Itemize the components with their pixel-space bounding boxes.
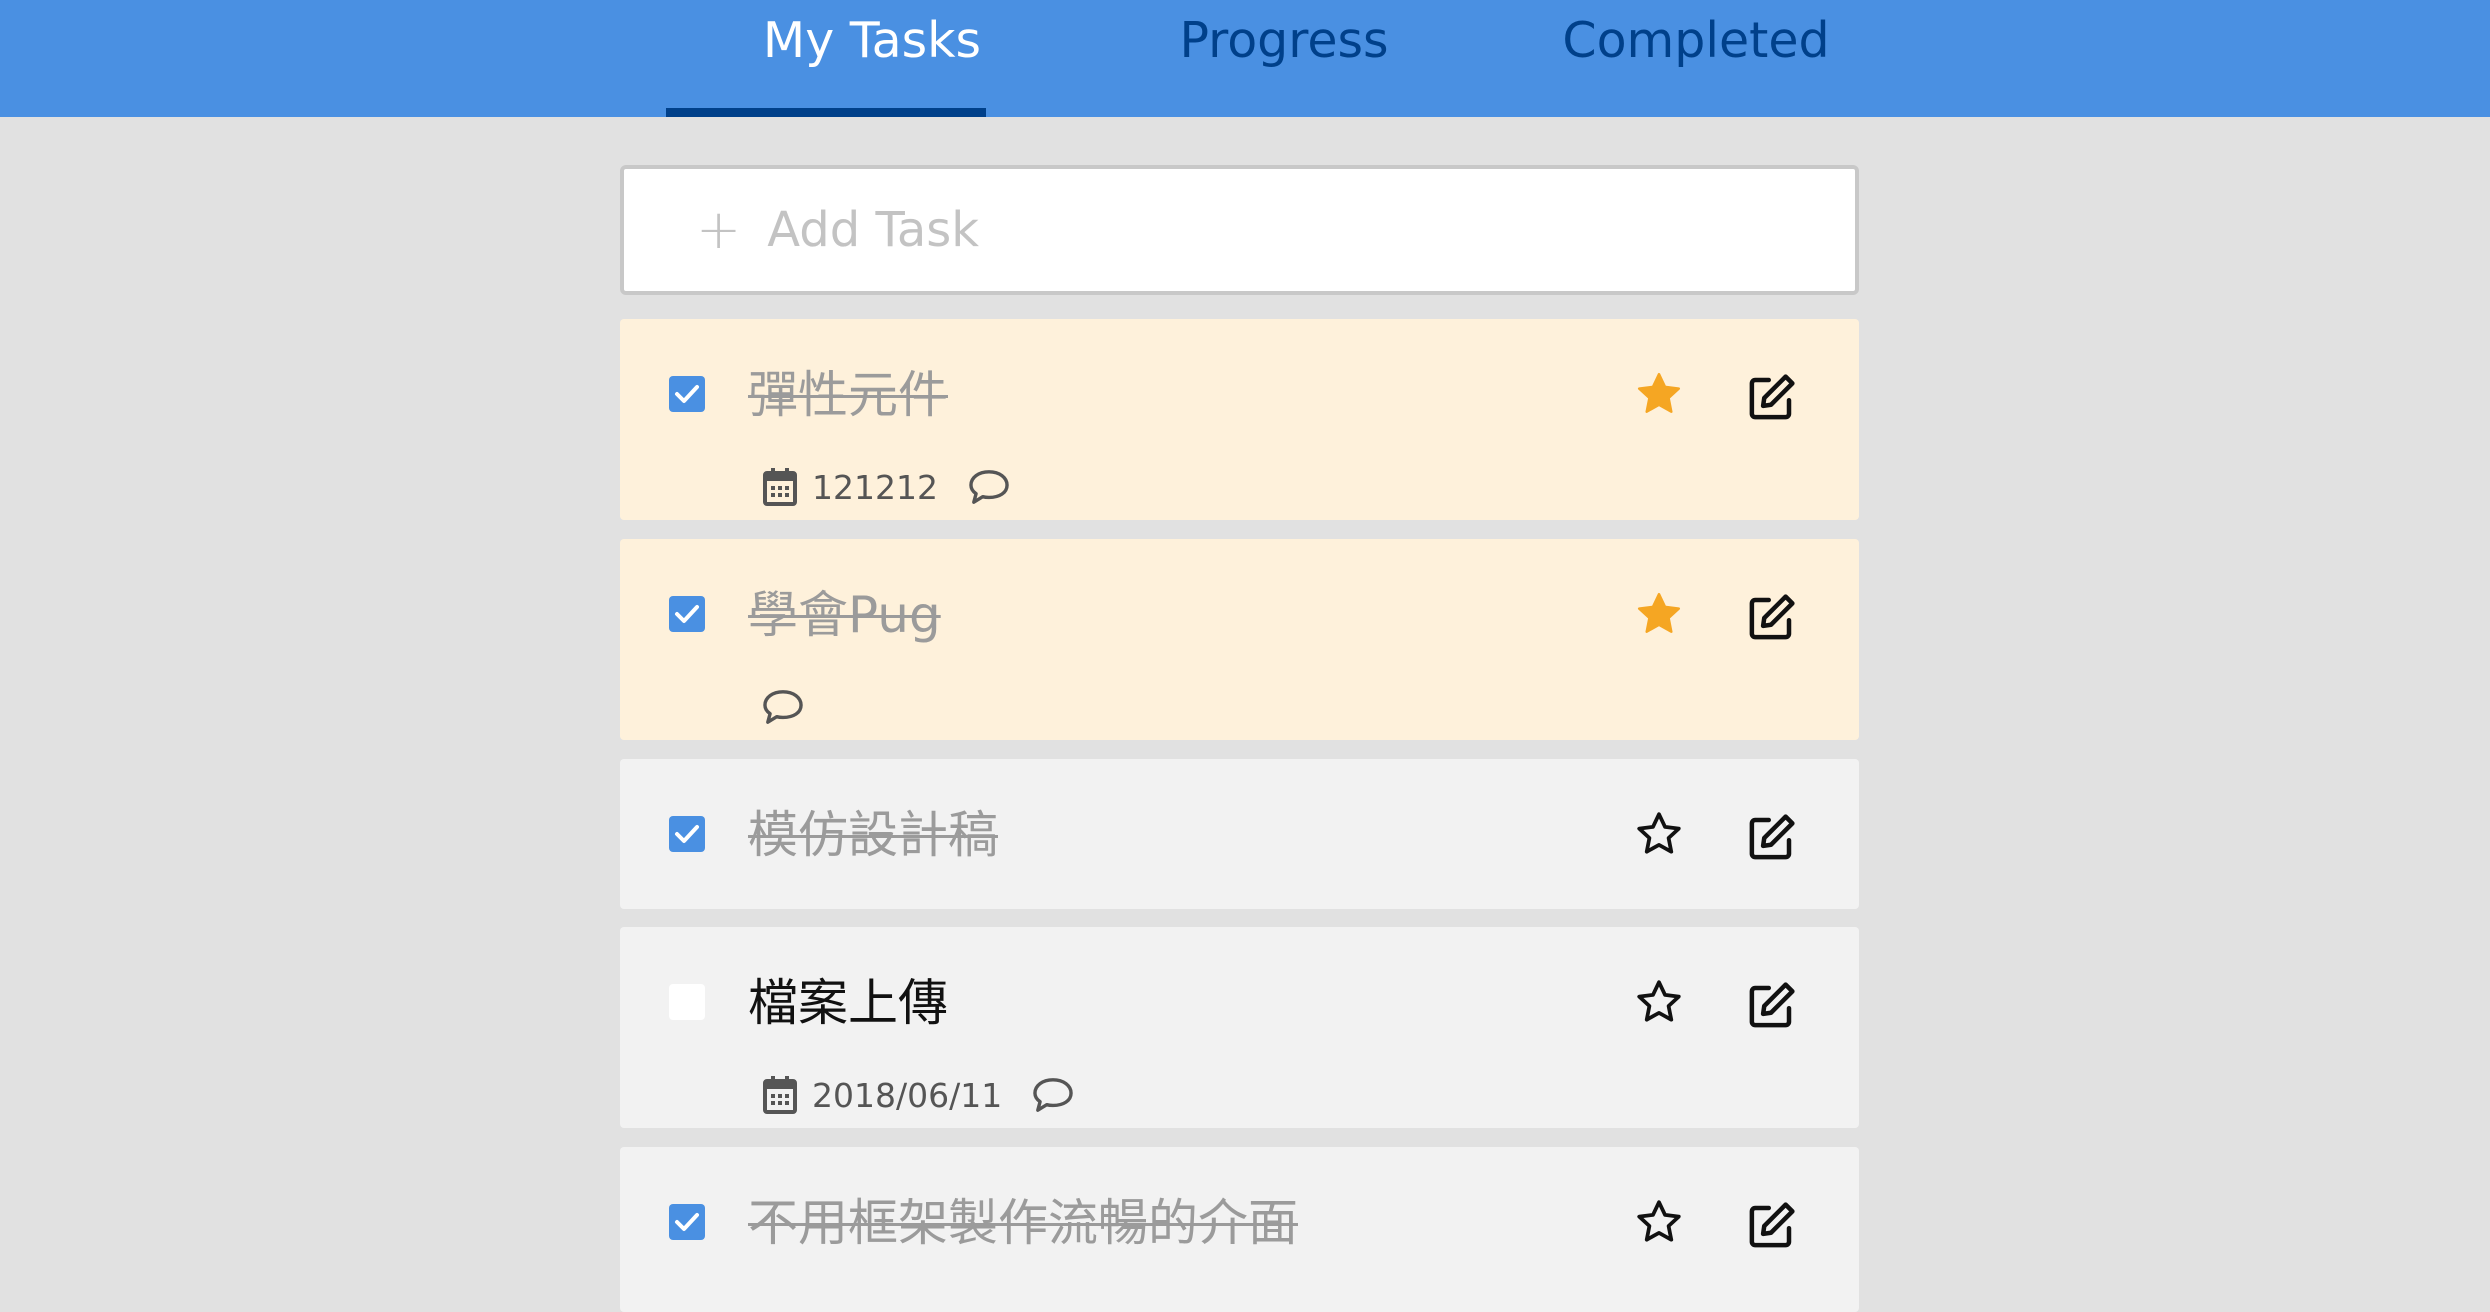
task-checkbox[interactable]	[669, 596, 705, 632]
task-item: 模仿設計稿	[620, 759, 1859, 909]
task-date: 121212	[812, 467, 938, 507]
task-title[interactable]: 不用框架製作流暢的介面	[748, 1198, 1298, 1248]
task-meta: 121212	[762, 465, 1010, 509]
star-filled-icon[interactable]	[1634, 589, 1684, 639]
star-outline-icon[interactable]	[1634, 809, 1684, 859]
calendar-icon	[763, 1076, 797, 1114]
task-title[interactable]: 彈性元件	[748, 370, 948, 420]
add-task-input[interactable]	[767, 202, 1768, 258]
star-outline-icon[interactable]	[1634, 1197, 1684, 1247]
task-meta: 2018/06/11	[762, 1073, 1074, 1117]
calendar-icon	[763, 468, 797, 506]
task-title[interactable]: 學會Pug	[748, 590, 941, 640]
tab-list: My Tasks Progress Completed	[666, 0, 1902, 117]
edit-icon[interactable]	[1744, 591, 1798, 645]
add-task-box[interactable]: +	[620, 165, 1859, 295]
task-checkbox[interactable]	[669, 1204, 705, 1240]
task-item: 學會Pug	[620, 539, 1859, 740]
header-bar: My Tasks Progress Completed	[0, 0, 2490, 117]
edit-icon[interactable]	[1744, 371, 1798, 425]
task-item: 彈性元件 121212	[620, 319, 1859, 520]
plus-icon: +	[696, 198, 742, 261]
task-date: 2018/06/11	[812, 1075, 1003, 1115]
task-meta	[762, 685, 804, 729]
check-icon	[675, 825, 699, 843]
task-item: 檔案上傳 2018/06/11	[620, 927, 1859, 1128]
edit-icon[interactable]	[1744, 811, 1798, 865]
check-icon	[675, 605, 699, 623]
task-title[interactable]: 檔案上傳	[748, 978, 948, 1028]
edit-icon[interactable]	[1744, 979, 1798, 1033]
task-checkbox[interactable]	[669, 816, 705, 852]
comment-icon	[763, 690, 803, 724]
task-item: 不用框架製作流暢的介面	[620, 1147, 1859, 1312]
comment-icon	[1033, 1078, 1073, 1112]
task-checkbox[interactable]	[669, 984, 705, 1020]
tab-completed[interactable]: Completed	[1490, 0, 1902, 117]
check-icon	[675, 385, 699, 403]
task-title[interactable]: 模仿設計稿	[748, 810, 998, 860]
comment-icon	[969, 470, 1009, 504]
tab-progress[interactable]: Progress	[1078, 0, 1490, 117]
tab-my-tasks[interactable]: My Tasks	[666, 0, 1078, 117]
edit-icon[interactable]	[1744, 1199, 1798, 1253]
task-checkbox[interactable]	[669, 376, 705, 412]
star-outline-icon[interactable]	[1634, 977, 1684, 1027]
star-filled-icon[interactable]	[1634, 369, 1684, 419]
check-icon	[675, 1213, 699, 1231]
